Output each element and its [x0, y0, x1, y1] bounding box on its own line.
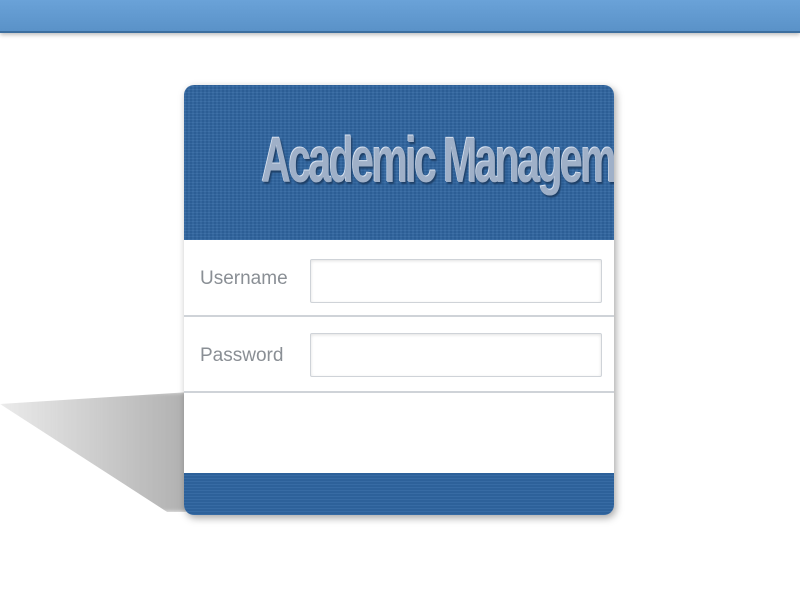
password-row: Password	[184, 318, 614, 393]
card-body-spacer	[184, 393, 614, 473]
password-input[interactable]	[310, 333, 602, 377]
username-input[interactable]	[310, 259, 602, 303]
card-header: Academic Management System	[184, 85, 614, 240]
top-bar	[0, 0, 800, 33]
password-label: Password	[200, 345, 284, 366]
username-row: Username	[184, 242, 614, 317]
card-footer	[184, 473, 614, 515]
card-shadow	[0, 392, 190, 512]
username-label: Username	[200, 268, 288, 289]
app-title: Academic Management System	[261, 124, 614, 196]
login-card: Academic Management System Username Pass…	[184, 85, 614, 515]
